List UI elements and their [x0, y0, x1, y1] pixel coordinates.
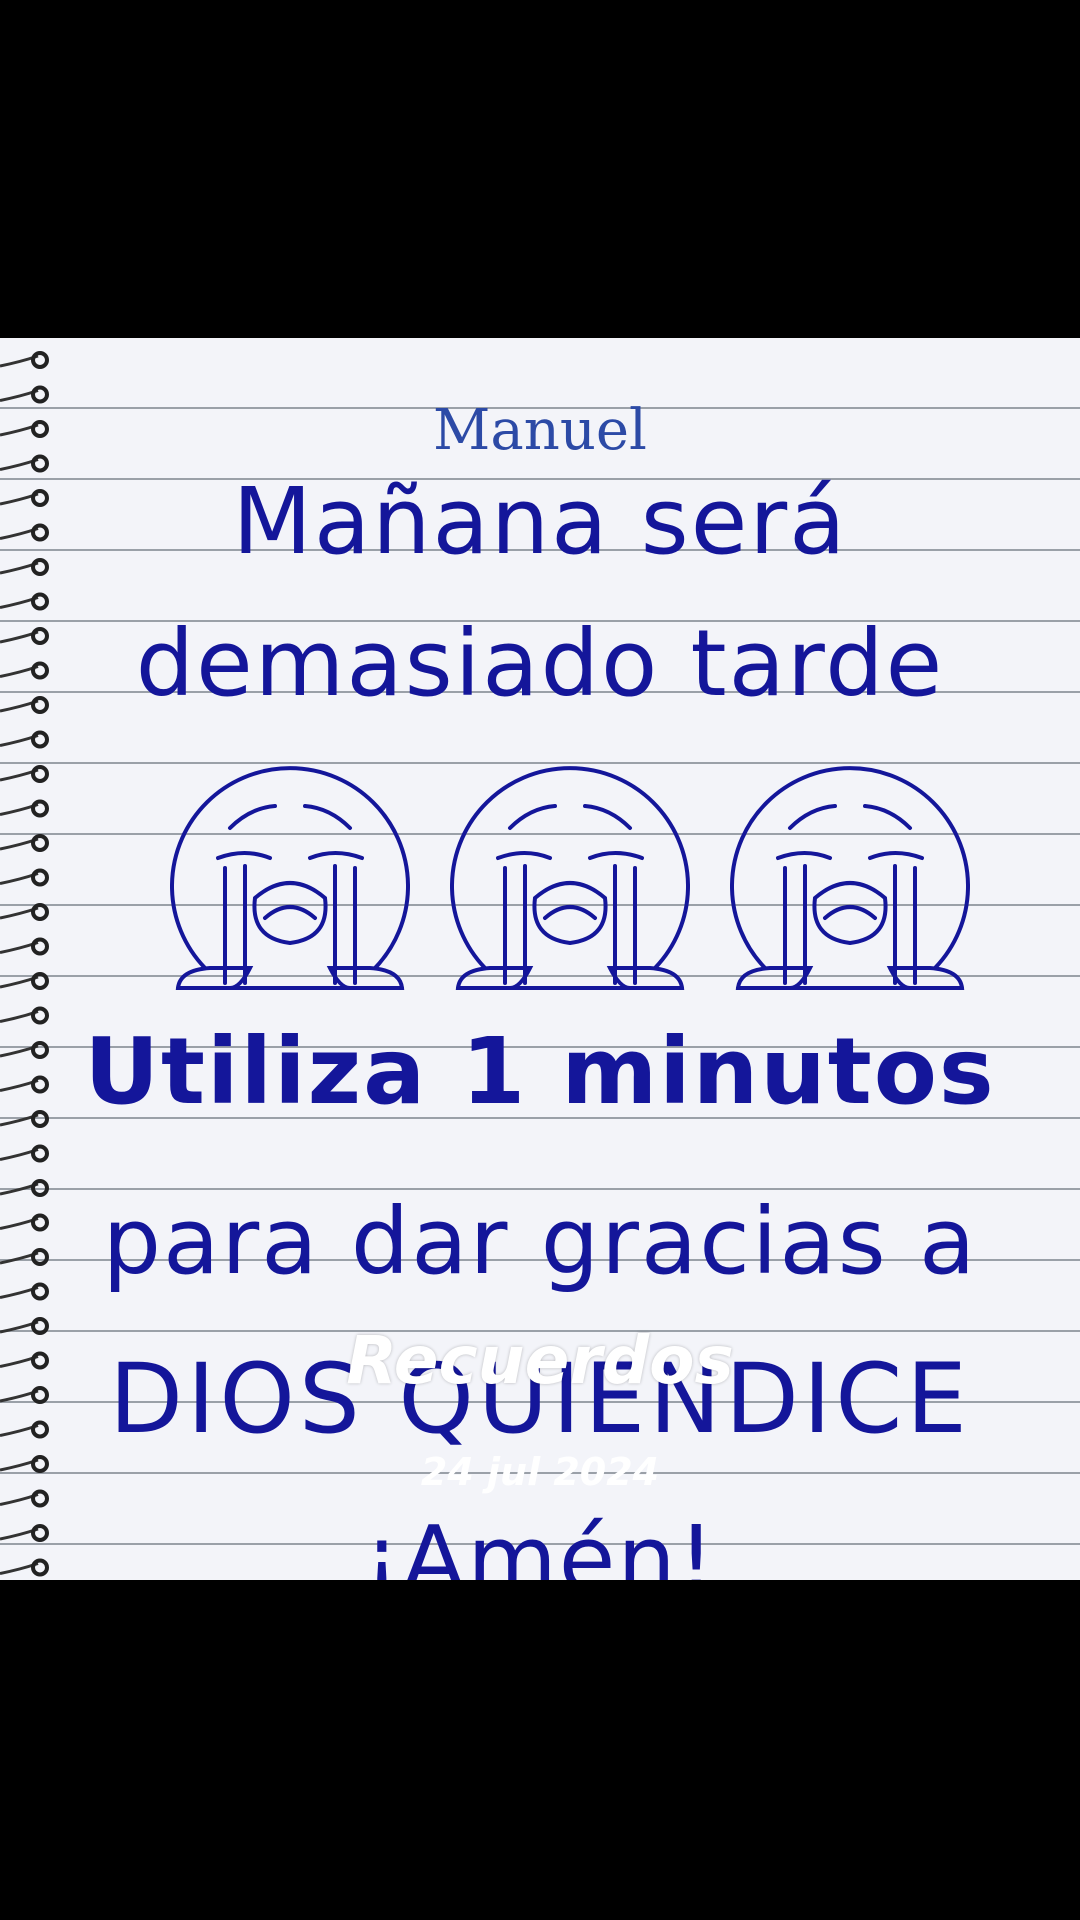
note-line-6: ¡Amén!	[363, 1506, 717, 1580]
spiral-ring	[0, 937, 49, 956]
spiral-ring	[0, 730, 49, 749]
spiral-ring	[0, 903, 49, 921]
spiral-ring	[0, 972, 49, 990]
author-caption: Manuel	[433, 398, 647, 463]
overlay-date: 24 jul 2024	[420, 1450, 660, 1494]
overlay-title: Recuerdos	[346, 1322, 734, 1399]
spiral-ring	[0, 592, 49, 611]
spiral-ring	[0, 868, 49, 887]
spiral-ring	[0, 765, 49, 783]
spiral-ring	[0, 834, 49, 852]
spiral-ring	[0, 1144, 49, 1163]
crying-faces-row	[170, 766, 970, 990]
crying-face-icon	[450, 766, 690, 990]
note-line-1: Mañana será	[232, 468, 848, 575]
spiral-ring	[0, 351, 49, 369]
note-line-4: para dar gracias a	[102, 1188, 978, 1295]
note-line-3: Utiliza 1 minutos	[84, 1018, 996, 1125]
crying-face-icon	[730, 766, 970, 990]
spiral-ring	[0, 799, 49, 818]
crying-face-icon	[170, 766, 410, 990]
note-line-2: demasiado tarde	[135, 610, 945, 717]
